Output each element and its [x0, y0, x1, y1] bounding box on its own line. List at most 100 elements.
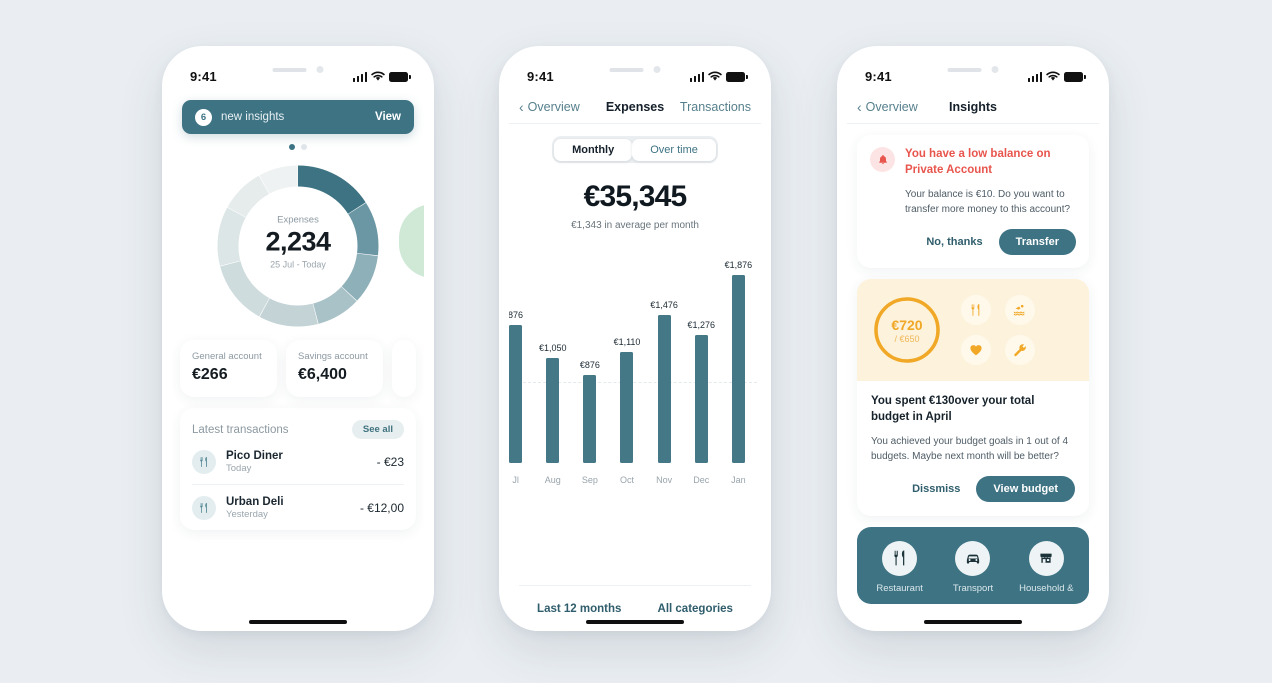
segment-over-time[interactable]: Over time	[632, 138, 716, 161]
status-bar: 9:41	[172, 56, 424, 90]
category-household[interactable]: Household &	[1013, 540, 1079, 594]
budget-limit: / €650	[894, 333, 920, 344]
status-time: 9:41	[190, 68, 217, 84]
chart-bar-column[interactable]: 876	[509, 247, 534, 463]
chart-bar[interactable]	[546, 358, 560, 463]
category-label: Household &	[1019, 582, 1074, 594]
transaction-amount: - €12,00	[359, 501, 404, 515]
home-indicator[interactable]	[924, 620, 1022, 624]
notch-group	[609, 66, 661, 73]
front-camera-icon	[653, 66, 661, 73]
account-card-general[interactable]: General account €266	[180, 340, 277, 397]
latest-transactions-card: Latest transactions See all Pico Diner T…	[180, 408, 416, 530]
tab-transactions[interactable]: Transactions	[680, 100, 751, 114]
expenses-donut-chart: Expenses 2,234 25 Jul - Today	[172, 156, 424, 328]
chart-bar-column[interactable]: €1,050	[534, 247, 571, 463]
budget-ring-text: €720 / €650	[871, 294, 943, 366]
battery-icon	[726, 71, 748, 82]
bell-icon	[870, 147, 895, 172]
nav-bar: ‹ Overview Insights	[847, 90, 1099, 124]
transactions-header: Latest transactions See all	[192, 420, 404, 439]
chart-bar-column[interactable]: €1,476	[646, 247, 683, 463]
budget-actions: Dissmiss View budget	[871, 475, 1075, 502]
status-icons	[1027, 70, 1086, 82]
chart-bar-label: €876	[579, 360, 600, 370]
alert-actions: No, thanks Transfer	[870, 229, 1076, 256]
dismiss-button[interactable]: Dissmiss	[908, 477, 964, 501]
home-indicator[interactable]	[586, 620, 684, 624]
chart-bar[interactable]	[657, 315, 671, 463]
status-bar: 9:41	[847, 56, 1099, 90]
chart-bar-column[interactable]: €876	[571, 247, 608, 463]
back-to-overview-button[interactable]: ‹ Overview	[857, 100, 918, 114]
no-thanks-button[interactable]: No, thanks	[922, 230, 986, 254]
chart-bar[interactable]	[509, 325, 523, 463]
average-per-month-label: €1,343 in average per month	[571, 220, 699, 231]
insights-count-badge: 6	[195, 108, 212, 126]
carousel-dot-2[interactable]	[301, 144, 307, 150]
chart-bar-column[interactable]: €1,876	[720, 247, 757, 463]
donut-date-range: 25 Jul - Today	[270, 259, 326, 270]
insights-list: You have a low balance on Private Accoun…	[847, 135, 1099, 604]
transaction-meta: Pico Diner Today	[226, 450, 283, 474]
transaction-name: Pico Diner	[226, 450, 283, 462]
back-label: Overview	[527, 99, 580, 114]
next-card-peek[interactable]	[399, 204, 424, 278]
notch-group	[947, 66, 999, 73]
view-budget-button[interactable]: View budget	[976, 475, 1075, 502]
heart-icon[interactable]	[961, 335, 991, 366]
status-bar: 9:41	[509, 56, 761, 90]
page-title: Expenses	[605, 99, 665, 114]
restaurant-icon	[882, 540, 918, 576]
signal-bars-icon	[689, 71, 704, 82]
home-indicator[interactable]	[249, 620, 347, 624]
transfer-button[interactable]: Transfer	[998, 229, 1076, 256]
phone-overview: 9:41 6 new insights View Expenses 2,234 …	[162, 46, 434, 631]
phone-expenses: 9:41 ‹ Overview Expenses Transactions Mo…	[499, 46, 771, 631]
status-icons	[352, 70, 411, 82]
account-label: Savings account	[298, 351, 368, 362]
segmented-control[interactable]: Monthly Over time	[509, 136, 761, 163]
budget-body: You achieved your budget goals in 1 out …	[871, 435, 1069, 462]
back-to-overview-button[interactable]: ‹ Overview	[519, 100, 580, 114]
segmented-group: Monthly Over time	[551, 136, 719, 163]
segment-monthly[interactable]: Monthly	[554, 138, 633, 161]
wrench-icon[interactable]	[1005, 335, 1035, 366]
chevron-left-icon: ‹	[857, 98, 862, 115]
chart-bar[interactable]	[583, 375, 597, 463]
pool-icon[interactable]	[1005, 295, 1035, 326]
chart-footer: Last 12 months All categories	[519, 585, 751, 631]
status-time: 9:41	[865, 68, 892, 84]
chart-x-tick: Sep	[581, 475, 598, 485]
chart-bar-column[interactable]: €1,110	[608, 247, 645, 463]
screen-insights: 9:41 ‹ Overview Insights You have a low …	[847, 56, 1099, 631]
chart-bar[interactable]	[694, 335, 708, 463]
category-restaurant[interactable]: Restaurant	[867, 540, 933, 594]
donut-center-text: Expenses 2,234 25 Jul - Today	[238, 215, 358, 270]
new-insights-banner[interactable]: 6 new insights View	[182, 100, 414, 134]
carousel-dot-1[interactable]	[289, 144, 295, 150]
account-balance: €6,400	[298, 366, 347, 383]
carousel-dots[interactable]	[172, 144, 424, 150]
filter-last-12-months-button[interactable]: Last 12 months	[537, 603, 621, 615]
chart-bar-column[interactable]: €1,276	[683, 247, 720, 463]
transactions-title: Latest transactions	[192, 423, 289, 436]
budget-insight-card: €720 / €650 You spent €130over your tota…	[857, 279, 1089, 516]
chart-bar[interactable]	[731, 275, 745, 463]
view-insights-button[interactable]: View	[375, 111, 401, 123]
phone-insights: 9:41 ‹ Overview Insights You have a low …	[837, 46, 1109, 631]
chart-bar[interactable]	[620, 352, 634, 463]
transaction-row[interactable]: Pico Diner Today - €23	[192, 439, 404, 484]
wifi-icon	[708, 70, 722, 81]
wifi-icon	[1046, 70, 1060, 81]
restaurant-icon[interactable]	[961, 295, 991, 326]
screen-overview: 9:41 6 new insights View Expenses 2,234 …	[172, 56, 424, 631]
category-transport[interactable]: Transport	[940, 540, 1006, 594]
see-all-button[interactable]: See all	[351, 420, 404, 439]
account-card-next-peek[interactable]	[392, 340, 416, 397]
transaction-row[interactable]: Urban Deli Yesterday - €12,00	[192, 484, 404, 530]
account-card-savings[interactable]: Savings account €6,400	[286, 340, 383, 397]
chart-bar-label: €1,276	[687, 320, 716, 330]
filter-all-categories-button[interactable]: All categories	[658, 603, 733, 615]
notch-group	[272, 66, 324, 73]
